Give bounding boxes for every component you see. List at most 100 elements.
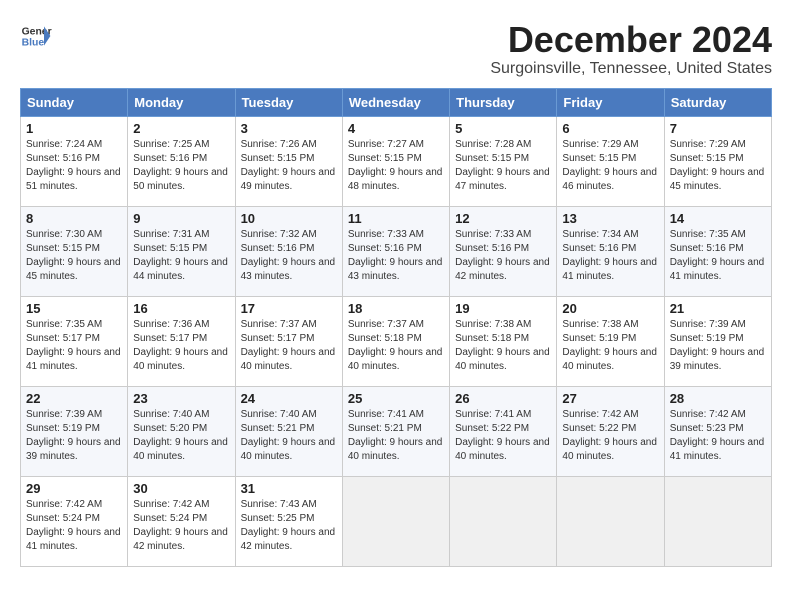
day-number: 7 bbox=[670, 121, 766, 136]
day-info: Sunrise: 7:40 AMSunset: 5:21 PMDaylight:… bbox=[241, 408, 337, 464]
calendar-cell bbox=[342, 476, 449, 566]
calendar-cell: 12 Sunrise: 7:33 AMSunset: 5:16 PMDayligh… bbox=[450, 206, 557, 296]
day-info: Sunrise: 7:25 AMSunset: 5:16 PMDaylight:… bbox=[133, 138, 229, 194]
calendar-week-row: 15Sunrise: 7:35 AMSunset: 5:17 PMDayligh… bbox=[21, 296, 772, 386]
calendar-cell: 14 Sunrise: 7:35 AMSunset: 5:16 PMDayligh… bbox=[664, 206, 771, 296]
day-info: Sunrise: 7:42 AMSunset: 5:24 PMDaylight:… bbox=[26, 498, 122, 554]
day-number: 9 bbox=[133, 211, 229, 226]
weekday-header: Friday bbox=[557, 88, 664, 116]
day-number: 16 bbox=[133, 301, 229, 316]
day-number: 20 bbox=[562, 301, 658, 316]
calendar-cell: 17 Sunrise: 7:37 AMSunset: 5:17 PMDayligh… bbox=[235, 296, 342, 386]
weekday-header: Thursday bbox=[450, 88, 557, 116]
day-number: 23 bbox=[133, 391, 229, 406]
day-info: Sunrise: 7:39 AMSunset: 5:19 PMDaylight:… bbox=[26, 408, 122, 464]
day-number: 18 bbox=[348, 301, 444, 316]
calendar-week-row: 29 Sunrise: 7:42 AMSunset: 5:24 PMDayligh… bbox=[21, 476, 772, 566]
day-info: Sunrise: 7:39 AMSunset: 5:19 PMDaylight:… bbox=[670, 318, 766, 374]
calendar-cell: 9 Sunrise: 7:31 AMSunset: 5:15 PMDaylight… bbox=[128, 206, 235, 296]
day-number: 22 bbox=[26, 391, 122, 406]
day-number: 30 bbox=[133, 481, 229, 496]
calendar-cell bbox=[557, 476, 664, 566]
day-number: 8 bbox=[26, 211, 122, 226]
day-number: 6 bbox=[562, 121, 658, 136]
day-info: Sunrise: 7:42 AMSunset: 5:23 PMDaylight:… bbox=[670, 408, 766, 464]
calendar-cell: 5 Sunrise: 7:28 AMSunset: 5:15 PMDaylight… bbox=[450, 116, 557, 206]
calendar-cell: 7 Sunrise: 7:29 AMSunset: 5:15 PMDaylight… bbox=[664, 116, 771, 206]
calendar-cell bbox=[450, 476, 557, 566]
day-info: Sunrise: 7:33 AMSunset: 5:16 PMDaylight:… bbox=[455, 228, 551, 284]
calendar-cell: 10 Sunrise: 7:32 AMSunset: 5:16 PMDayligh… bbox=[235, 206, 342, 296]
calendar-cell: 23 Sunrise: 7:40 AMSunset: 5:20 PMDayligh… bbox=[128, 386, 235, 476]
calendar-cell: 31 Sunrise: 7:43 AMSunset: 5:25 PMDayligh… bbox=[235, 476, 342, 566]
calendar-cell: 22 Sunrise: 7:39 AMSunset: 5:19 PMDayligh… bbox=[21, 386, 128, 476]
day-number: 11 bbox=[348, 211, 444, 226]
day-info: Sunrise: 7:29 AMSunset: 5:15 PMDaylight:… bbox=[670, 138, 766, 194]
day-info: Sunrise: 7:41 AMSunset: 5:22 PMDaylight:… bbox=[455, 408, 551, 464]
calendar-cell: 1Sunrise: 7:24 AMSunset: 5:16 PMDaylight… bbox=[21, 116, 128, 206]
calendar-cell: 29 Sunrise: 7:42 AMSunset: 5:24 PMDayligh… bbox=[21, 476, 128, 566]
calendar-cell: 30 Sunrise: 7:42 AMSunset: 5:24 PMDayligh… bbox=[128, 476, 235, 566]
day-info: Sunrise: 7:38 AMSunset: 5:18 PMDaylight:… bbox=[455, 318, 551, 374]
day-info: Sunrise: 7:35 AMSunset: 5:16 PMDaylight:… bbox=[670, 228, 766, 284]
day-number: 10 bbox=[241, 211, 337, 226]
location-title: Surgoinsville, Tennessee, United States bbox=[490, 60, 772, 78]
day-info: Sunrise: 7:43 AMSunset: 5:25 PMDaylight:… bbox=[241, 498, 337, 554]
day-number: 4 bbox=[348, 121, 444, 136]
day-number: 3 bbox=[241, 121, 337, 136]
title-area: December 2024 Surgoinsville, Tennessee, … bbox=[490, 20, 772, 78]
day-info: Sunrise: 7:34 AMSunset: 5:16 PMDaylight:… bbox=[562, 228, 658, 284]
day-number: 2 bbox=[133, 121, 229, 136]
calendar-cell: 6 Sunrise: 7:29 AMSunset: 5:15 PMDaylight… bbox=[557, 116, 664, 206]
day-info: Sunrise: 7:26 AMSunset: 5:15 PMDaylight:… bbox=[241, 138, 337, 194]
weekday-header: Wednesday bbox=[342, 88, 449, 116]
calendar-week-row: 8 Sunrise: 7:30 AMSunset: 5:15 PMDaylight… bbox=[21, 206, 772, 296]
calendar-cell bbox=[664, 476, 771, 566]
calendar-cell: 20Sunrise: 7:38 AMSunset: 5:19 PMDayligh… bbox=[557, 296, 664, 386]
day-info: Sunrise: 7:37 AMSunset: 5:17 PMDaylight:… bbox=[241, 318, 337, 374]
day-info: Sunrise: 7:28 AMSunset: 5:15 PMDaylight:… bbox=[455, 138, 551, 194]
calendar-cell: 3 Sunrise: 7:26 AMSunset: 5:15 PMDaylight… bbox=[235, 116, 342, 206]
calendar-cell: 8 Sunrise: 7:30 AMSunset: 5:15 PMDaylight… bbox=[21, 206, 128, 296]
day-info: Sunrise: 7:24 AMSunset: 5:16 PMDaylight:… bbox=[26, 138, 122, 194]
day-info: Sunrise: 7:31 AMSunset: 5:15 PMDaylight:… bbox=[133, 228, 229, 284]
day-info: Sunrise: 7:32 AMSunset: 5:16 PMDaylight:… bbox=[241, 228, 337, 284]
calendar-cell: 11Sunrise: 7:33 AMSunset: 5:16 PMDayligh… bbox=[342, 206, 449, 296]
day-info: Sunrise: 7:42 AMSunset: 5:24 PMDaylight:… bbox=[133, 498, 229, 554]
day-info: Sunrise: 7:36 AMSunset: 5:17 PMDaylight:… bbox=[133, 318, 229, 374]
day-info: Sunrise: 7:42 AMSunset: 5:22 PMDaylight:… bbox=[562, 408, 658, 464]
weekday-header: Monday bbox=[128, 88, 235, 116]
calendar-cell: 27Sunrise: 7:42 AMSunset: 5:22 PMDayligh… bbox=[557, 386, 664, 476]
calendar-header: SundayMondayTuesdayWednesdayThursdayFrid… bbox=[21, 88, 772, 116]
header: General Blue December 2024 Surgoinsville… bbox=[20, 20, 772, 78]
calendar-cell: 4 Sunrise: 7:27 AMSunset: 5:15 PMDaylight… bbox=[342, 116, 449, 206]
day-number: 26 bbox=[455, 391, 551, 406]
day-number: 19 bbox=[455, 301, 551, 316]
month-title: December 2024 bbox=[490, 20, 772, 60]
calendar-week-row: 1Sunrise: 7:24 AMSunset: 5:16 PMDaylight… bbox=[21, 116, 772, 206]
day-number: 31 bbox=[241, 481, 337, 496]
day-number: 29 bbox=[26, 481, 122, 496]
calendar-week-row: 22 Sunrise: 7:39 AMSunset: 5:19 PMDayligh… bbox=[21, 386, 772, 476]
day-info: Sunrise: 7:30 AMSunset: 5:15 PMDaylight:… bbox=[26, 228, 122, 284]
calendar-cell: 16 Sunrise: 7:36 AMSunset: 5:17 PMDayligh… bbox=[128, 296, 235, 386]
calendar-cell: 26 Sunrise: 7:41 AMSunset: 5:22 PMDayligh… bbox=[450, 386, 557, 476]
day-info: Sunrise: 7:29 AMSunset: 5:15 PMDaylight:… bbox=[562, 138, 658, 194]
weekday-header: Tuesday bbox=[235, 88, 342, 116]
logo: General Blue bbox=[20, 20, 52, 52]
day-number: 25 bbox=[348, 391, 444, 406]
day-info: Sunrise: 7:35 AMSunset: 5:17 PMDaylight:… bbox=[26, 318, 122, 374]
day-number: 5 bbox=[455, 121, 551, 136]
calendar-table: SundayMondayTuesdayWednesdayThursdayFrid… bbox=[20, 88, 772, 567]
day-number: 14 bbox=[670, 211, 766, 226]
day-number: 12 bbox=[455, 211, 551, 226]
day-number: 28 bbox=[670, 391, 766, 406]
calendar-cell: 2 Sunrise: 7:25 AMSunset: 5:16 PMDaylight… bbox=[128, 116, 235, 206]
weekday-header: Sunday bbox=[21, 88, 128, 116]
day-number: 17 bbox=[241, 301, 337, 316]
day-info: Sunrise: 7:40 AMSunset: 5:20 PMDaylight:… bbox=[133, 408, 229, 464]
day-info: Sunrise: 7:27 AMSunset: 5:15 PMDaylight:… bbox=[348, 138, 444, 194]
calendar-cell: 21 Sunrise: 7:39 AMSunset: 5:19 PMDayligh… bbox=[664, 296, 771, 386]
day-number: 21 bbox=[670, 301, 766, 316]
calendar-cell: 13Sunrise: 7:34 AMSunset: 5:16 PMDayligh… bbox=[557, 206, 664, 296]
